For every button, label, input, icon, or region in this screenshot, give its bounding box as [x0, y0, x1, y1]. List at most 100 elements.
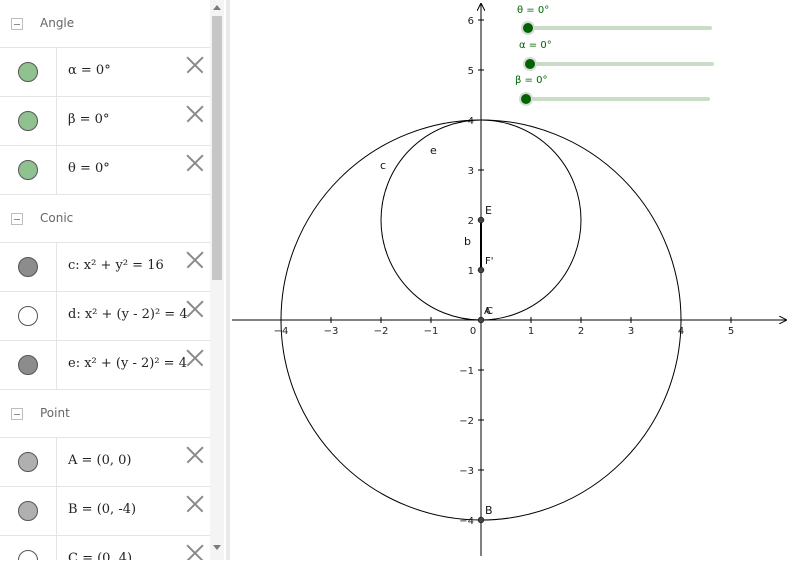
- slider-beta[interactable]: β = 0°: [515, 75, 710, 106]
- algebra-view: Angle α = 0° β = 0° θ = 0° Conic c: x² +…: [0, 0, 210, 560]
- delete-icon[interactable]: [184, 249, 206, 271]
- group-conic: Conic c: x² + y² = 16 d: x² + (y - 2)² =…: [0, 195, 210, 390]
- y-tick-label: 6: [468, 16, 474, 27]
- label-e: e: [430, 144, 437, 157]
- y-tick-label: 1: [468, 266, 474, 277]
- marble-cell[interactable]: [0, 243, 57, 291]
- x-tick-label: 2: [578, 326, 584, 337]
- scroll-up-arrow-icon[interactable]: [213, 5, 221, 10]
- graphics-canvas[interactable]: −4 −3 −2 −1 0 1 2 3 4 5 6 5 4 3 2 1 −1 −…: [230, 0, 790, 560]
- marble-cell[interactable]: [0, 146, 57, 194]
- group-angle: Angle α = 0° β = 0° θ = 0°: [0, 0, 210, 195]
- marble-cell[interactable]: [0, 536, 57, 560]
- point-A[interactable]: [477, 316, 485, 324]
- slider-knob[interactable]: [525, 59, 535, 69]
- collapse-icon[interactable]: [11, 18, 23, 30]
- group-title: Angle: [40, 16, 75, 30]
- delete-icon[interactable]: [184, 103, 206, 125]
- delete-icon[interactable]: [184, 152, 206, 174]
- marble-cell[interactable]: [0, 487, 57, 535]
- delete-icon[interactable]: [184, 444, 206, 466]
- algebra-row-c[interactable]: c: x² + y² = 16: [0, 243, 210, 292]
- algebra-scrollbar[interactable]: [210, 0, 224, 560]
- marble-cell[interactable]: [0, 438, 57, 486]
- visibility-marble-icon[interactable]: [18, 452, 38, 472]
- x-tick-label: 5: [728, 326, 734, 337]
- x-tick-label: 3: [628, 326, 634, 337]
- algebra-expression[interactable]: α = 0°: [68, 63, 111, 78]
- y-tick-label: 3: [468, 166, 474, 177]
- algebra-expression[interactable]: β = 0°: [68, 112, 109, 127]
- delete-icon[interactable]: [184, 347, 206, 369]
- algebra-row-d[interactable]: d: x² + (y - 2)² = 4: [0, 292, 210, 341]
- marble-cell[interactable]: [0, 97, 57, 145]
- group-header-point[interactable]: Point: [0, 390, 210, 438]
- algebra-row-beta[interactable]: β = 0°: [0, 97, 210, 146]
- slider-knob[interactable]: [521, 94, 531, 104]
- slider-label: β = 0°: [515, 75, 547, 86]
- marble-cell[interactable]: [0, 341, 57, 389]
- slider-label: α = 0°: [519, 40, 552, 51]
- algebra-row-A[interactable]: A = (0, 0): [0, 438, 210, 487]
- visibility-marble-icon[interactable]: [18, 160, 38, 180]
- algebra-expression[interactable]: B = (0, -4): [68, 502, 136, 517]
- y-tick-label: 5: [468, 66, 474, 77]
- algebra-expression[interactable]: e: x² + (y - 2)² = 4: [68, 356, 187, 371]
- algebra-expression[interactable]: c: x² + y² = 16: [68, 258, 164, 273]
- label-c: c: [380, 159, 386, 172]
- collapse-icon[interactable]: [11, 408, 23, 420]
- visibility-marble-icon[interactable]: [18, 501, 38, 521]
- algebra-row-C[interactable]: C = (0, 4): [0, 536, 210, 560]
- graphics-view[interactable]: −4 −3 −2 −1 0 1 2 3 4 5 6 5 4 3 2 1 −1 −…: [230, 0, 790, 560]
- algebra-row-theta[interactable]: θ = 0°: [0, 146, 210, 195]
- algebra-row-alpha[interactable]: α = 0°: [0, 48, 210, 97]
- y-tick-label: −2: [459, 416, 474, 427]
- collapse-icon[interactable]: [11, 213, 23, 225]
- slider-label: θ = 0°: [517, 5, 549, 16]
- algebra-expression[interactable]: θ = 0°: [68, 161, 110, 176]
- delete-icon[interactable]: [184, 54, 206, 76]
- slider-theta[interactable]: θ = 0°: [517, 5, 712, 35]
- slider-alpha[interactable]: α = 0°: [519, 40, 714, 71]
- visibility-marble-icon[interactable]: [18, 550, 38, 560]
- group-title: Conic: [40, 211, 74, 225]
- y-tick-label: −4: [459, 516, 474, 527]
- group-title: Point: [40, 406, 70, 420]
- visibility-marble-icon[interactable]: [18, 257, 38, 277]
- x-tick-label: −2: [374, 326, 389, 337]
- algebra-row-e[interactable]: e: x² + (y - 2)² = 4: [0, 341, 210, 390]
- algebra-expression[interactable]: d: x² + (y - 2)² = 4: [68, 307, 188, 322]
- slider-knob[interactable]: [523, 23, 533, 33]
- marble-cell[interactable]: [0, 48, 57, 96]
- y-tick-label: 4: [468, 116, 474, 127]
- visibility-marble-icon[interactable]: [18, 62, 38, 82]
- group-point: Point A = (0, 0) B = (0, -4) C = (0, 4): [0, 390, 210, 560]
- x-tick-label: −1: [424, 326, 439, 337]
- x-tick-label: 1: [528, 326, 534, 337]
- scroll-down-arrow-icon[interactable]: [213, 545, 221, 550]
- delete-icon[interactable]: [184, 493, 206, 515]
- y-tick-label: −3: [459, 466, 474, 477]
- algebra-expression[interactable]: A = (0, 0): [68, 453, 132, 468]
- visibility-marble-icon[interactable]: [18, 306, 38, 326]
- visibility-marble-icon[interactable]: [18, 111, 38, 131]
- group-header-conic[interactable]: Conic: [0, 195, 210, 243]
- y-tick-label: 2: [468, 216, 474, 227]
- algebra-row-B[interactable]: B = (0, -4): [0, 487, 210, 536]
- point-F[interactable]: [477, 266, 485, 274]
- delete-icon[interactable]: [184, 298, 206, 320]
- label-b: b: [464, 235, 471, 248]
- x-tick-label: −3: [324, 326, 339, 337]
- delete-icon[interactable]: [184, 542, 206, 560]
- point-E[interactable]: [477, 216, 485, 224]
- marble-cell[interactable]: [0, 292, 57, 340]
- algebra-expression[interactable]: C = (0, 4): [68, 551, 132, 560]
- label-B: B: [485, 504, 493, 517]
- visibility-marble-icon[interactable]: [18, 355, 38, 375]
- origin-label: 0: [470, 326, 476, 337]
- label-C: C: [486, 306, 493, 317]
- point-B[interactable]: [477, 516, 485, 524]
- scrollbar-thumb[interactable]: [212, 16, 222, 280]
- y-tick-label: −1: [459, 366, 474, 377]
- group-header-angle[interactable]: Angle: [0, 0, 210, 48]
